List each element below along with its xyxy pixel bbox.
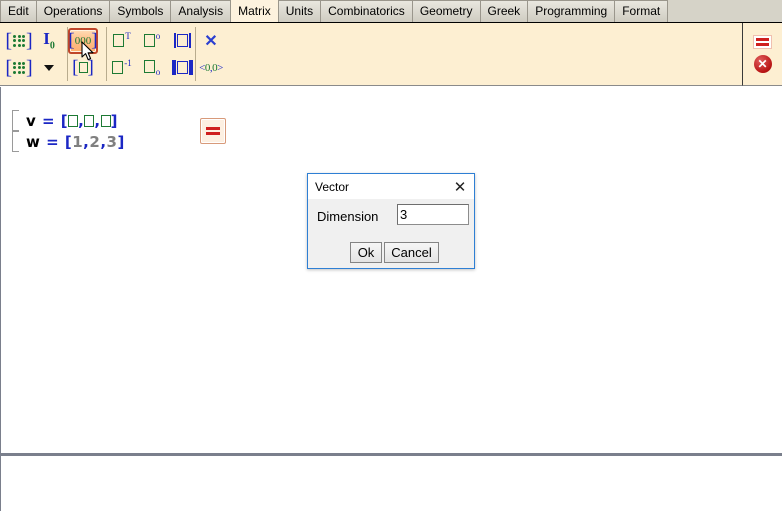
transpose-button[interactable]: T bbox=[107, 28, 137, 54]
tab-geometry[interactable]: Geometry bbox=[411, 0, 481, 22]
lower-pane[interactable] bbox=[0, 456, 782, 511]
conjugate-button[interactable]: o bbox=[137, 28, 167, 54]
worksheet-area[interactable]: v = [,,] w = [1,2,3] bbox=[0, 87, 782, 455]
tab-label: Greek bbox=[487, 4, 521, 18]
close-toolbar-button[interactable]: ✕ bbox=[753, 55, 772, 73]
vector-column-button[interactable]: [] bbox=[68, 55, 98, 81]
tab-analysis[interactable]: Analysis bbox=[170, 0, 232, 22]
scalar-product-icon: <0,0> bbox=[199, 61, 223, 74]
line-marker bbox=[12, 131, 19, 152]
identity-matrix-button[interactable]: I0 bbox=[34, 28, 64, 54]
subscript-index-button[interactable]: o bbox=[137, 55, 167, 81]
cross-product-icon: ✕ bbox=[204, 32, 218, 50]
tab-label: Format bbox=[622, 4, 661, 18]
tab-programming[interactable]: Programming bbox=[527, 0, 616, 22]
ok-button[interactable]: Ok bbox=[350, 242, 382, 263]
dimension-label: Dimension bbox=[317, 209, 379, 224]
tab-units[interactable]: Units bbox=[277, 0, 322, 22]
worksheet-line-w[interactable]: w = [1,2,3] bbox=[12, 131, 125, 152]
vector-row-icon: [000] bbox=[68, 30, 98, 51]
inverse-icon: -1 bbox=[112, 58, 132, 77]
tab-label: Programming bbox=[535, 4, 608, 18]
subscript-index-icon: o bbox=[143, 58, 160, 77]
conjugate-icon: o bbox=[143, 31, 160, 50]
worksheet-line-v[interactable]: v = [,,] bbox=[12, 110, 118, 131]
vector-row-button[interactable]: [000] bbox=[68, 27, 98, 54]
tab-combinatorics[interactable]: Combinatorics bbox=[320, 0, 413, 22]
identity-matrix-icon: I0 bbox=[43, 29, 55, 52]
toolbar-group-vector: [000] [] bbox=[68, 25, 98, 83]
cancel-button[interactable]: Cancel bbox=[384, 242, 439, 263]
tab-label: Combinatorics bbox=[328, 4, 405, 18]
matrix-dropdown-button[interactable] bbox=[34, 55, 64, 81]
tab-label: Units bbox=[285, 4, 314, 18]
matrix-grid-icon: [ ] bbox=[5, 29, 33, 52]
tab-label: Geometry bbox=[419, 4, 473, 18]
tab-symbols[interactable]: Symbols bbox=[109, 0, 172, 22]
vector-dialog: Vector ✕ Dimension Ok Cancel bbox=[307, 173, 475, 269]
placeholder-box[interactable] bbox=[68, 114, 79, 127]
dialog-body: Dimension Ok Cancel bbox=[308, 199, 474, 268]
toolbar-group-operations: T o -1 o bbox=[107, 25, 197, 83]
expression-w[interactable]: w = [1,2,3] bbox=[26, 133, 125, 151]
toolbar-group-products: ✕ <0,0> bbox=[196, 25, 226, 83]
matrix-grid-small-icon: [ ] bbox=[5, 56, 33, 79]
toolbar-right-controls: ✕ bbox=[742, 23, 782, 86]
chevron-down-icon bbox=[44, 64, 54, 71]
tab-edit[interactable]: Edit bbox=[0, 0, 37, 22]
placeholder-box[interactable] bbox=[84, 114, 95, 127]
close-icon[interactable]: ✕ bbox=[448, 176, 472, 198]
expression-v[interactable]: v = [,,] bbox=[26, 112, 118, 130]
tab-greek[interactable]: Greek bbox=[479, 0, 529, 22]
placeholder-box[interactable] bbox=[100, 114, 111, 127]
equals-toggle-button[interactable] bbox=[753, 35, 772, 49]
toolbar-group-matrix: [ ] I0 [ ] bbox=[4, 25, 64, 83]
line-marker bbox=[12, 110, 19, 131]
matrix-grid-small-button[interactable]: [ ] bbox=[4, 55, 34, 81]
tab-label: Operations bbox=[43, 4, 103, 18]
dialog-title: Vector bbox=[315, 179, 350, 194]
dialog-title-bar[interactable]: Vector ✕ bbox=[308, 174, 474, 199]
tab-label: Symbols bbox=[117, 4, 164, 18]
equals-icon bbox=[206, 126, 220, 137]
inverse-button[interactable]: -1 bbox=[107, 55, 137, 81]
determinant-icon bbox=[173, 32, 192, 50]
cross-product-button[interactable]: ✕ bbox=[196, 28, 226, 54]
tab-matrix[interactable]: Matrix bbox=[230, 0, 279, 22]
tab-format[interactable]: Format bbox=[614, 0, 669, 22]
vector-column-icon: [] bbox=[72, 57, 94, 78]
equals-result-button[interactable] bbox=[200, 118, 226, 144]
scalar-product-button[interactable]: <0,0> bbox=[196, 55, 226, 81]
dimension-input[interactable] bbox=[397, 204, 469, 225]
tab-label: Analysis bbox=[178, 4, 224, 18]
matrix-toolbar: [ ] I0 [ ] [000] [] T o -1 o ✕ <0,0> bbox=[0, 23, 782, 86]
tab-bar: Edit Operations Symbols Analysis Matrix … bbox=[0, 0, 782, 23]
matrix-grid-button[interactable]: [ ] bbox=[4, 28, 34, 54]
tab-label: Matrix bbox=[238, 4, 271, 18]
tab-label: Edit bbox=[8, 4, 29, 18]
tab-operations[interactable]: Operations bbox=[35, 0, 111, 22]
transpose-icon: T bbox=[113, 31, 131, 50]
